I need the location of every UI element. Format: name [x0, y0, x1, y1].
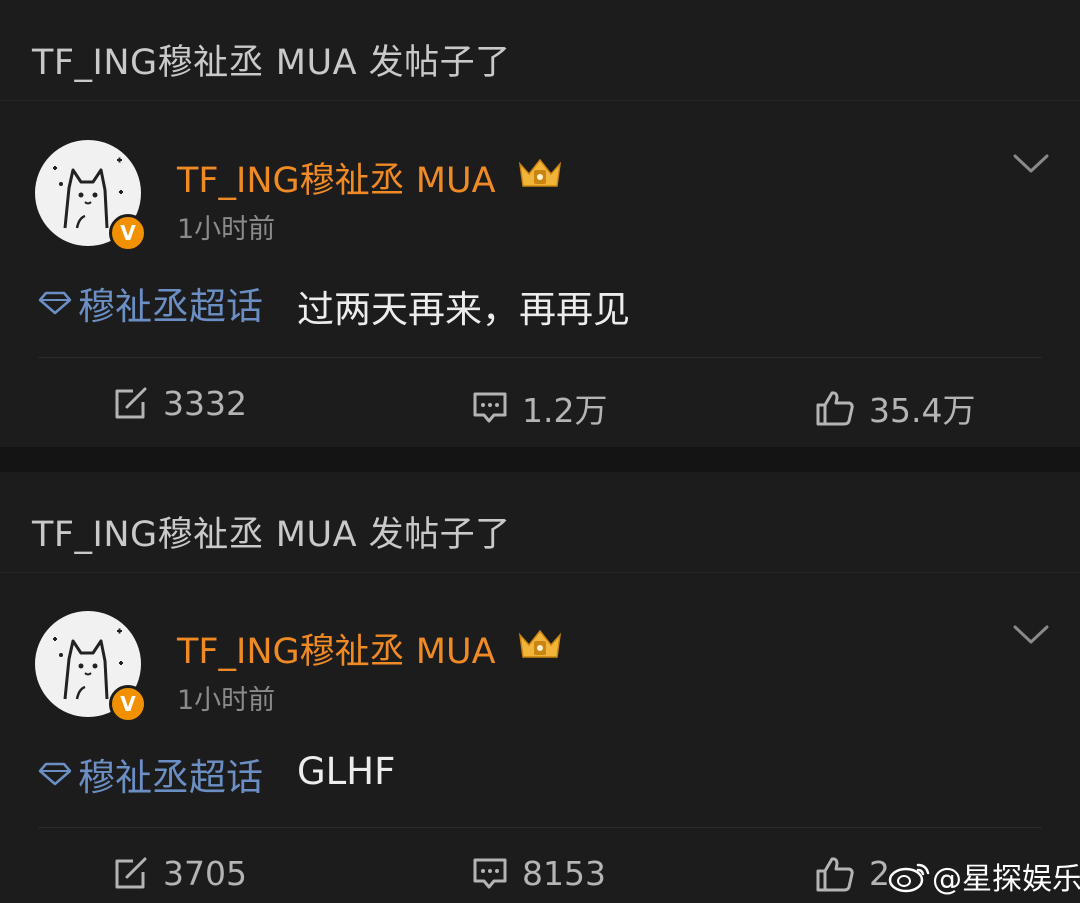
- post-text: GLHF: [297, 750, 396, 793]
- post-header-bar: TF_ING穆祉丞 MUA 发帖子了: [0, 472, 1080, 573]
- supertopic-label: 穆祉丞超话: [78, 285, 263, 328]
- username[interactable]: TF_ING穆祉丞 MUA: [177, 623, 496, 674]
- like-button[interactable]: 35.4万: [815, 384, 975, 432]
- comment-count: 8153: [522, 854, 606, 893]
- repost-icon: [115, 387, 147, 418]
- like-icon: [816, 856, 854, 891]
- crown-icon: [518, 629, 562, 658]
- comment-count: 1.2万: [522, 391, 608, 430]
- avatar[interactable]: V: [35, 140, 147, 252]
- post-time: 1小时前: [177, 685, 276, 716]
- chevron-down-icon[interactable]: [1012, 624, 1050, 646]
- chevron-down-icon[interactable]: [1012, 153, 1050, 175]
- repost-icon: [115, 857, 147, 888]
- repost-count: 3705: [163, 854, 247, 893]
- comment-button[interactable]: 1.2万: [472, 384, 607, 432]
- divider: [38, 357, 1042, 358]
- like-count: 35.4万: [869, 391, 976, 430]
- diamond-icon: [38, 762, 72, 786]
- post-card[interactable]: V TF_ING穆祉丞 MUA 1小时前 穆祉丞超话 过两天再来，再再见 333…: [0, 101, 1080, 447]
- verified-badge: V: [109, 685, 147, 723]
- post-header-text: TF_ING穆祉丞 MUA 发帖子了: [32, 43, 511, 83]
- like-count: 2: [869, 854, 890, 893]
- avatar[interactable]: V: [35, 611, 147, 723]
- post-header-bar: TF_ING穆祉丞 MUA 发帖子了: [0, 0, 1080, 101]
- crown-icon: [518, 158, 562, 187]
- like-button[interactable]: 2: [815, 854, 890, 893]
- comment-button[interactable]: 8153: [472, 854, 606, 893]
- repost-button[interactable]: 3332: [113, 384, 247, 423]
- supertopic-link[interactable]: 穆祉丞超话: [38, 747, 263, 801]
- username[interactable]: TF_ING穆祉丞 MUA: [177, 152, 496, 203]
- repost-button[interactable]: 3705: [113, 854, 247, 893]
- watermark: @星探娱乐: [888, 854, 1080, 898]
- divider: [38, 827, 1042, 828]
- post-header-text: TF_ING穆祉丞 MUA 发帖子了: [32, 515, 511, 555]
- watermark-text: @星探娱乐: [932, 862, 1080, 897]
- post-time: 1小时前: [177, 214, 276, 245]
- like-icon: [816, 391, 854, 426]
- repost-count: 3332: [163, 384, 247, 423]
- post-text: 过两天再来，再再见: [297, 288, 630, 331]
- comment-icon: [473, 858, 507, 888]
- supertopic-label: 穆祉丞超话: [78, 756, 263, 799]
- comment-icon: [473, 392, 507, 423]
- verified-badge: V: [109, 214, 147, 252]
- weibo-logo-icon: [888, 863, 930, 893]
- supertopic-link[interactable]: 穆祉丞超话: [38, 276, 263, 330]
- diamond-icon: [38, 291, 72, 315]
